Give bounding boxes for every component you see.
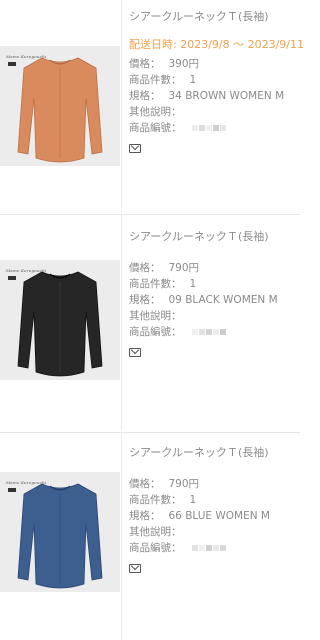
- mail-icon[interactable]: [129, 564, 141, 573]
- price-row: 價格： 790円: [129, 478, 200, 490]
- separator: [0, 214, 300, 215]
- spec-value: 66 BLUE WOMEN M: [168, 510, 270, 522]
- product-no-row: 商品編號：: [129, 540, 294, 556]
- shirt-illustration: [17, 483, 103, 589]
- mail-icon[interactable]: [129, 348, 141, 357]
- price-value: 790円: [168, 478, 200, 490]
- divider: [121, 432, 122, 640]
- order-item: Mame Kurogouchi シアークルーネックＴ(長袖) 價格： 790円 商…: [0, 432, 300, 640]
- quantity-value: 1: [189, 278, 197, 290]
- product-image[interactable]: Mame Kurogouchi: [0, 472, 120, 592]
- order-info: シアークルーネックＴ(長袖) 價格： 790円 商品件數： 1 規格： 66 BLUE…: [129, 446, 294, 573]
- quantity-row: 商品件數： 1: [129, 74, 197, 86]
- quantity-row: 商品件數： 1: [129, 494, 197, 506]
- order-list: Mame Kurogouchi シアークルーネックＴ(長袖) 配送日時: 202…: [0, 0, 305, 640]
- order-item: Mame Kurogouchi シアークルーネックＴ(長袖) 價格： 790円 商…: [0, 214, 300, 430]
- order-info: シアークルーネックＴ(長袖) 價格： 790円 商品件數： 1 規格： 09 BLAC…: [129, 230, 294, 357]
- product-title[interactable]: シアークルーネックＴ(長袖): [129, 10, 294, 24]
- spec-row: 規格： 34 BROWN WOMEN M: [129, 90, 285, 102]
- spec-row: 規格： 09 BLACK WOMEN M: [129, 294, 278, 306]
- other-row: 其他說明：: [129, 310, 182, 322]
- product-no-row: 商品編號：: [129, 324, 294, 340]
- other-row: 其他說明：: [129, 526, 182, 538]
- product-image[interactable]: Mame Kurogouchi: [0, 46, 120, 166]
- redacted-product-number: [191, 540, 227, 556]
- product-image[interactable]: Mame Kurogouchi: [0, 260, 120, 380]
- separator: [0, 432, 300, 433]
- product-title[interactable]: シアークルーネックＴ(長袖): [129, 446, 294, 460]
- other-row: 其他說明：: [129, 106, 182, 118]
- redacted-product-number: [191, 120, 227, 136]
- product-title[interactable]: シアークルーネックＴ(長袖): [129, 230, 294, 244]
- quantity-value: 1: [189, 494, 197, 506]
- spec-row: 規格： 66 BLUE WOMEN M: [129, 510, 270, 522]
- quantity-row: 商品件數： 1: [129, 278, 197, 290]
- shipping-date: 配送日時: 2023/9/8 〜 2023/9/11: [129, 38, 305, 51]
- price-value: 790円: [168, 262, 200, 274]
- product-no-row: 商品編號：: [129, 120, 294, 136]
- price-value: 390円: [168, 58, 200, 70]
- price-row: 價格： 790円: [129, 262, 200, 274]
- shirt-illustration: [17, 271, 103, 377]
- order-info: シアークルーネックＴ(長袖) 配送日時: 2023/9/8 〜 2023/9/1…: [129, 10, 305, 153]
- divider: [121, 0, 122, 212]
- spec-value: 34 BROWN WOMEN M: [168, 90, 285, 102]
- divider: [121, 214, 122, 430]
- mail-icon[interactable]: [129, 144, 141, 153]
- shirt-illustration: [17, 57, 103, 163]
- quantity-value: 1: [189, 74, 197, 86]
- redacted-product-number: [191, 324, 227, 340]
- spec-value: 09 BLACK WOMEN M: [168, 294, 278, 306]
- order-item: Mame Kurogouchi シアークルーネックＴ(長袖) 配送日時: 202…: [0, 0, 305, 212]
- price-row: 價格： 390円: [129, 58, 200, 70]
